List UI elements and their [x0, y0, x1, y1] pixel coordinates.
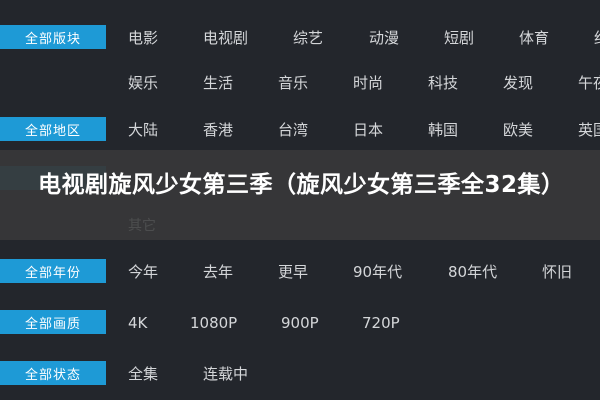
filter-option-life[interactable]: 生活: [203, 63, 233, 103]
filter-option-western[interactable]: 欧美: [503, 110, 533, 150]
filter-option-korea[interactable]: 韩国: [428, 110, 458, 150]
filter-option-earlier[interactable]: 更早: [278, 252, 308, 292]
filter-option-discover[interactable]: 发现: [503, 63, 533, 103]
filter-option-complete[interactable]: 全集: [128, 354, 158, 394]
filter-category-region[interactable]: 全部地区: [0, 117, 106, 141]
filter-option-this-year[interactable]: 今年: [128, 252, 158, 292]
filter-option-4k[interactable]: 4K: [128, 303, 147, 343]
filter-row-type-2: 娱乐 生活 音乐 时尚 科技 发现 午夜: [0, 63, 600, 103]
overlay-title: 电视剧旋风少女第三季（旋风少女第三季全32集）: [38, 172, 565, 198]
filter-option-ongoing[interactable]: 连载中: [203, 354, 248, 394]
filter-option-entertainment[interactable]: 娱乐: [128, 63, 158, 103]
filter-row-status: 全部状态 全集 连载中: [0, 354, 600, 394]
filter-category-quality[interactable]: 全部画质: [0, 310, 106, 334]
filter-option-90s[interactable]: 90年代: [353, 252, 402, 292]
filter-option-uk[interactable]: 英国: [578, 110, 600, 150]
filter-option-anime[interactable]: 动漫: [369, 18, 399, 58]
filter-option-variety[interactable]: 综艺: [293, 18, 323, 58]
filter-option-fashion[interactable]: 时尚: [353, 63, 383, 103]
filter-option-720p[interactable]: 720P: [362, 303, 400, 343]
filter-row-year: 全部年份 今年 去年 更早 90年代 80年代 怀旧: [0, 252, 600, 292]
filter-option-80s[interactable]: 80年代: [448, 252, 497, 292]
filter-option-tech[interactable]: 科技: [428, 63, 458, 103]
filter-option-1080p[interactable]: 1080P: [190, 303, 237, 343]
filter-category-year[interactable]: 全部年份: [0, 259, 106, 283]
filter-category-type[interactable]: 全部版块: [0, 25, 106, 49]
filter-option-mainland[interactable]: 大陆: [128, 110, 158, 150]
filter-row-region: 全部地区 大陆 香港 台湾 日本 韩国 欧美 英国: [0, 110, 600, 150]
filter-option-short-drama[interactable]: 短剧: [444, 18, 474, 58]
filter-option-classic[interactable]: 怀旧: [542, 252, 572, 292]
filter-row-type: 全部版块 电影 电视剧 综艺 动漫 短剧 体育 纪: [0, 18, 600, 58]
filter-category-status[interactable]: 全部状态: [0, 361, 106, 385]
filter-option-taiwan[interactable]: 台湾: [278, 110, 308, 150]
filter-option-hongkong[interactable]: 香港: [203, 110, 233, 150]
filter-option-music[interactable]: 音乐: [278, 63, 308, 103]
filter-option-sports[interactable]: 体育: [519, 18, 549, 58]
filter-option-movie[interactable]: 电影: [128, 18, 158, 58]
filter-option-last-year[interactable]: 去年: [203, 252, 233, 292]
filter-option-documentary[interactable]: 纪: [594, 18, 600, 58]
filter-option-900p[interactable]: 900P: [281, 303, 319, 343]
filter-option-tv[interactable]: 电视剧: [203, 18, 248, 58]
filter-row-quality: 全部画质 4K 1080P 900P 720P: [0, 303, 600, 343]
filter-option-midnight[interactable]: 午夜: [578, 63, 600, 103]
filter-option-japan[interactable]: 日本: [353, 110, 383, 150]
